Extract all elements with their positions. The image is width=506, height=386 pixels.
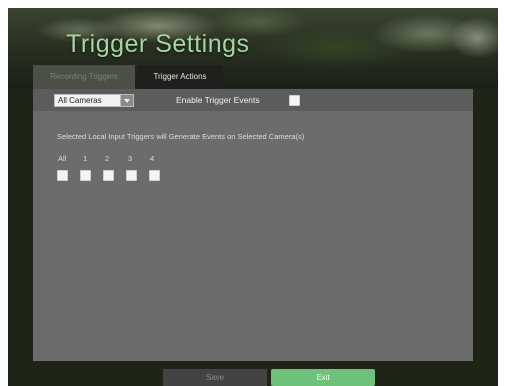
trigger-checkbox-4[interactable] [149, 170, 160, 181]
trigger-checkbox-2[interactable] [103, 170, 114, 181]
trigger-checkbox-3[interactable] [126, 170, 137, 181]
app-window: Trigger Settings Recording Triggers Trig… [8, 8, 498, 386]
trigger-label-3: 3 [128, 154, 133, 163]
page-title: Trigger Settings [66, 30, 250, 58]
trigger-description: Selected Local Input Triggers will Gener… [57, 132, 305, 141]
trigger-label-1: 1 [83, 154, 88, 163]
trigger-label-2: 2 [105, 154, 110, 163]
trigger-checkbox-all[interactable] [57, 170, 68, 181]
footer-bar: Save Exit [8, 369, 498, 386]
camera-select-value: All Cameras [58, 96, 102, 105]
enable-trigger-events-label: Enable Trigger Events [176, 95, 260, 105]
camera-select[interactable]: All Cameras [54, 94, 134, 107]
enable-trigger-events-checkbox[interactable] [289, 95, 300, 106]
tab-recording-triggers[interactable]: Recording Triggers [33, 65, 135, 89]
tab-trigger-actions[interactable]: Trigger Actions [137, 65, 223, 89]
options-bar: All Cameras Enable Trigger Events [33, 89, 473, 111]
trigger-checkbox-1[interactable] [80, 170, 91, 181]
settings-panel: All Cameras Enable Trigger Events Select… [33, 89, 473, 361]
chevron-down-icon[interactable] [120, 95, 133, 106]
exit-button[interactable]: Exit [271, 369, 375, 386]
save-button[interactable]: Save [163, 369, 267, 386]
trigger-label-4: 4 [150, 154, 155, 163]
trigger-label-all: All [58, 154, 67, 163]
